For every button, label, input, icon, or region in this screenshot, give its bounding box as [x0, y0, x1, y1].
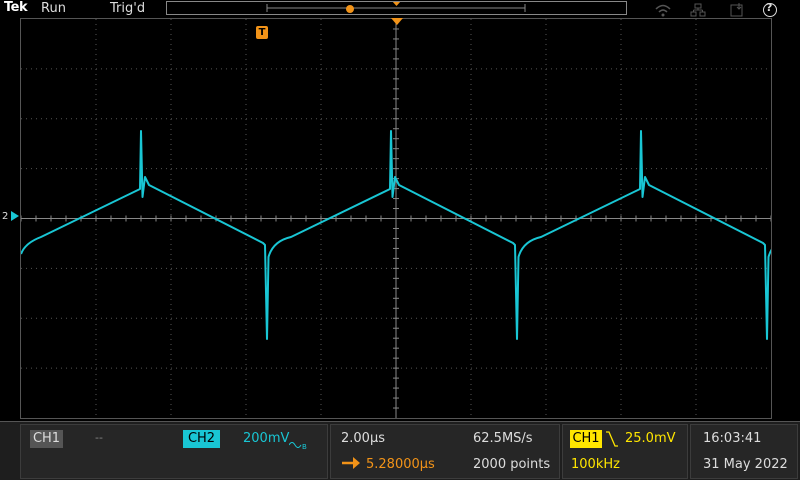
- settings-bar: CH1 -- CH2 200mV B 2.00µs 62.5MS/s 5.280…: [0, 421, 800, 480]
- svg-text:B: B: [302, 443, 307, 450]
- record-view-bar[interactable]: [166, 1, 627, 15]
- ch2-bandwidth-icon: B: [288, 435, 311, 454]
- ch2-scale[interactable]: 200mV: [243, 431, 289, 446]
- position-arrow-icon: [341, 455, 361, 474]
- horizontal-scale[interactable]: 2.00µs: [341, 431, 385, 446]
- trigger-source-badge[interactable]: CH1: [570, 430, 602, 448]
- brand-logo: Tek: [4, 0, 28, 15]
- channel-ground-label: 2: [2, 211, 9, 222]
- trigger-frequency: 100kHz: [571, 457, 620, 472]
- clock-date: 31 May 2022: [703, 457, 788, 472]
- horizontal-position[interactable]: 5.28000µs: [366, 457, 435, 472]
- status-bar: Tek Run Trig'd ?: [0, 0, 800, 18]
- graticule-grid: [21, 19, 771, 418]
- trigger-level[interactable]: 25.0mV: [625, 431, 676, 446]
- trigger-state: Trig'd: [110, 1, 146, 16]
- help-glyph: ?: [766, 1, 773, 14]
- waveform-display[interactable]: [20, 18, 772, 419]
- channel-ground-marker[interactable]: [11, 211, 19, 221]
- ch2-badge[interactable]: CH2: [183, 430, 220, 448]
- ch1-badge[interactable]: CH1: [30, 430, 63, 448]
- network-icon: [690, 2, 706, 17]
- falling-edge-icon: [605, 430, 619, 452]
- wifi-icon: [655, 2, 671, 17]
- run-state[interactable]: Run: [41, 1, 66, 16]
- sample-rate: 62.5MS/s: [473, 431, 533, 446]
- record-length: 2000 points: [473, 457, 551, 472]
- help-icon[interactable]: ?: [762, 1, 778, 17]
- ch1-status: --: [95, 431, 103, 444]
- clock-time: 16:03:41: [703, 431, 762, 446]
- save-icon[interactable]: [729, 2, 745, 17]
- trigger-position-marker[interactable]: [391, 18, 403, 25]
- trigger-point-icon[interactable]: T: [256, 26, 268, 39]
